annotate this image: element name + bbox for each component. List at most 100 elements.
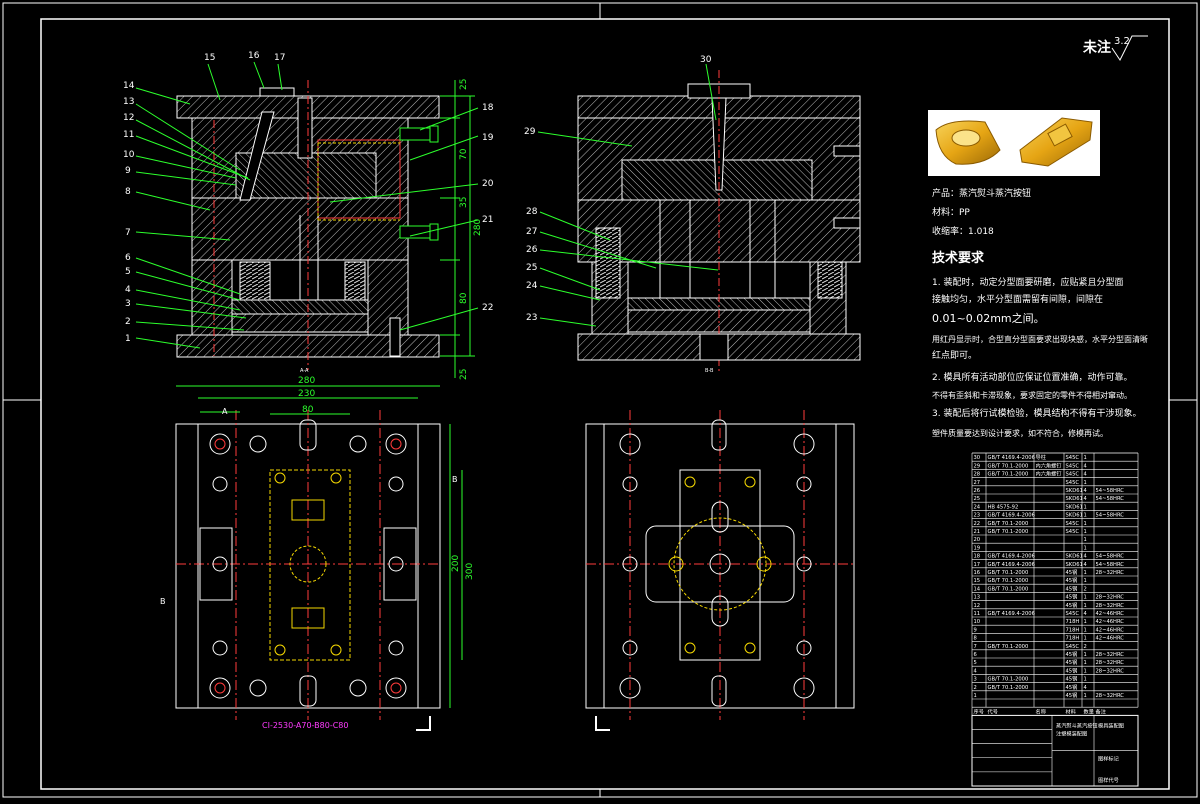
bom-cell-no: 24 xyxy=(974,504,981,510)
balloon-6: 6 xyxy=(125,253,131,263)
tech-req-line-7: 不得有歪斜和卡滞现象，要求固定的零件不得相对窜动。 xyxy=(932,390,1132,400)
bom-cell-qty: 1 xyxy=(1084,529,1087,535)
plan-view-dim-labels: 280 230 80 300 200 xyxy=(298,376,475,580)
bom-cell-material: SKD61 xyxy=(1066,554,1083,560)
product-name: 产品：蒸汽熨斗蒸汽按钮 xyxy=(932,187,1031,199)
bom-cell-qty: 4 xyxy=(1084,554,1088,560)
balloon-1: 1 xyxy=(125,334,131,344)
bom-cell-code: GB/T 70.1-2000 xyxy=(988,463,1029,469)
balloon-15: 15 xyxy=(204,53,215,63)
tech-req-line-1: 1. 装配时，动定分型面要研磨，应贴紧且分型面 xyxy=(932,276,1123,288)
bom-cell-qty: 1 xyxy=(1084,603,1087,609)
dim-280: 280 xyxy=(473,219,483,236)
bom-cell-material: S45C xyxy=(1066,455,1080,461)
bom-cell-name: 导柱 xyxy=(1036,453,1046,461)
bom-cell-qty: 1 xyxy=(1084,521,1087,527)
bom-cell-qty: 1 xyxy=(1084,677,1087,683)
bom-cell-material: SKD61 xyxy=(1066,488,1083,494)
bom-cell-remark: 54~58HRC xyxy=(1096,562,1125,568)
bom-cell-qty: 4 xyxy=(1084,463,1088,469)
bom-cell-qty: 4 xyxy=(1084,496,1088,502)
bom-cell-no: 17 xyxy=(974,562,981,568)
balloon-17: 17 xyxy=(274,53,285,63)
balloon-13: 13 xyxy=(123,97,134,107)
tech-req-line-5: 红点即可。 xyxy=(932,349,977,361)
bom-cell-code: GB/T 70.1-2000 xyxy=(988,677,1029,683)
bom-cell-material: SKD61 xyxy=(1066,562,1083,568)
bom-cell-qty: 1 xyxy=(1084,545,1087,551)
bom-cell-no: 26 xyxy=(974,488,981,494)
section-view-left: A-A xyxy=(176,80,440,374)
balloon-9: 9 xyxy=(125,166,131,176)
bom-cell-remark: 28~32HRC xyxy=(1096,693,1125,699)
bom-cell-qty: 1 xyxy=(1084,504,1087,510)
bom-cell-no: 7 xyxy=(974,644,977,650)
view-corner-left xyxy=(416,716,431,731)
bom-cell-material: S45C xyxy=(1066,529,1080,535)
dim-25-top: 25 xyxy=(459,79,469,90)
bom-cell-remark: 42~46HRC xyxy=(1096,611,1125,617)
bom-cell-code: GB/T 70.1-2000 xyxy=(988,521,1029,527)
bom-cell-code: HB 4575-92 xyxy=(988,504,1019,510)
bom-cell-code: GB/T 70.1-2000 xyxy=(988,644,1029,650)
bill-of-materials: 30 GB/T 4169.4-2006 导柱 S45C 129 GB/T 70.1-200… xyxy=(971,452,1139,787)
bom-cell-material: SKD61 xyxy=(1066,513,1083,519)
bom-cell-qty: 4 xyxy=(1084,685,1088,691)
balloon-3: 3 xyxy=(125,299,131,309)
bom-cell-qty: 1 xyxy=(1084,480,1087,486)
bom-header-name: 名称 xyxy=(1036,707,1046,715)
bom-cell-qty: 1 xyxy=(1084,660,1087,666)
bom-cell-code: GB/T 70.1-2000 xyxy=(988,586,1029,592)
bom-cell-no: 28 xyxy=(974,472,981,478)
bom-cell-material: 45钢 xyxy=(1066,658,1078,666)
balloon-30: 30 xyxy=(700,55,712,65)
bom-cell-remark: 42~46HRC xyxy=(1096,636,1125,642)
bom-cell-no: 23 xyxy=(974,513,981,519)
roughness-note: 未注 3.2 xyxy=(1083,35,1148,61)
bom-cell-remark: 54~58HRC xyxy=(1096,488,1125,494)
bom-cell-no: 27 xyxy=(974,480,981,486)
bom-cell-material: 45钢 xyxy=(1066,675,1078,683)
title-code: 图样代号 xyxy=(1098,776,1119,784)
bom-cell-no: 9 xyxy=(974,627,977,633)
bom-cell-qty: 1 xyxy=(1084,652,1087,658)
bom-cell-code: GB/T 4169.4-2006 xyxy=(988,611,1035,617)
cad-drawing-canvas: 未注 3.2 A-A 15 16 17 14 13 12 11 10 9 8 7… xyxy=(0,0,1200,800)
bom-cell-qty: 1 xyxy=(1084,570,1087,576)
bom-cell-material: S45C xyxy=(1066,463,1080,469)
balloon-11: 11 xyxy=(123,130,134,140)
dim-plan-80: 80 xyxy=(302,405,314,415)
plan-view-dims xyxy=(176,385,463,708)
bom-cell-no: 18 xyxy=(974,554,981,560)
bom-cell-code: GB/T 70.1-2000 xyxy=(988,570,1029,576)
bom-header-remark: 备注 xyxy=(1096,707,1106,715)
bom-cell-remark: 42~46HRC xyxy=(1096,627,1125,633)
bom-cell-qty: 1 xyxy=(1084,513,1087,519)
bom-cell-no: 8 xyxy=(974,636,977,642)
bom-cell-no: 4 xyxy=(974,668,978,674)
balloon-23: 23 xyxy=(526,313,537,323)
balloon-19: 19 xyxy=(482,133,494,143)
bom-cell-name: 内六角螺钉 xyxy=(1036,461,1062,469)
bom-cell-remark: 42~46HRC xyxy=(1096,619,1125,625)
bom-cell-material: 45钢 xyxy=(1066,568,1078,576)
bom-cell-material: SKD61 xyxy=(1066,504,1083,510)
product-render xyxy=(928,110,1100,176)
bom-cell-qty: 1 xyxy=(1084,619,1087,625)
dim-35: 35 xyxy=(459,197,469,208)
balloon-4: 4 xyxy=(125,285,131,295)
tech-req-title: 技术要求 xyxy=(932,250,985,266)
dim-70: 70 xyxy=(459,148,469,160)
bom-cell-code: GB/T 4169.4-2006 xyxy=(988,562,1035,568)
bom-cell-material: S45C xyxy=(1066,480,1080,486)
bom-cell-qty: 2 xyxy=(1084,586,1087,592)
bom-cell-material: 718H xyxy=(1066,619,1080,625)
dim-80: 80 xyxy=(459,292,469,304)
bom-cell-no: 12 xyxy=(974,603,981,609)
plan-view-fixed-half xyxy=(175,410,441,720)
bom-cell-no: 20 xyxy=(974,537,981,543)
plan-view-moving-half xyxy=(585,410,855,720)
bom-cell-material: SKD61 xyxy=(1066,496,1083,502)
bom-cell-remark: 28~32HRC xyxy=(1096,595,1125,601)
bom-cell-no: 25 xyxy=(974,496,981,502)
